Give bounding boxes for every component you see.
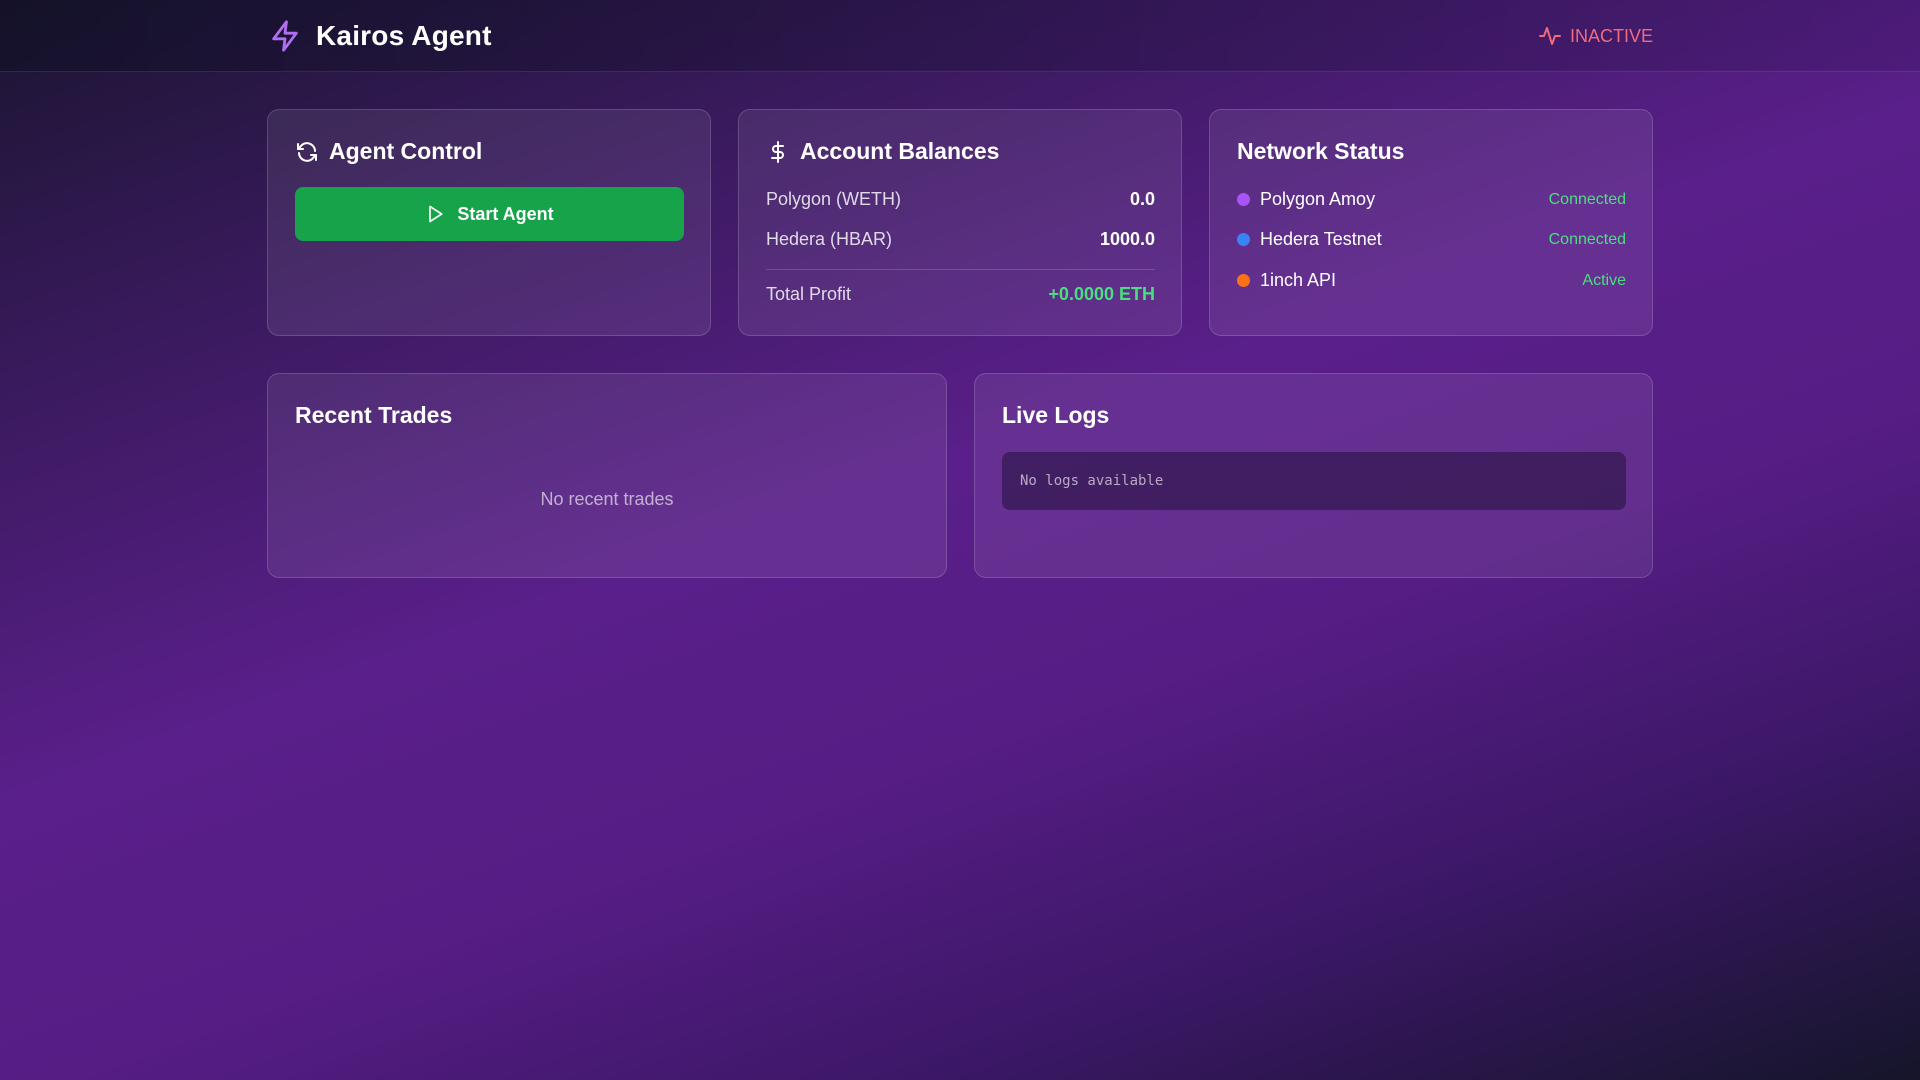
account-balances-card: Account Balances Polygon (WETH) 0.0 Hede… <box>738 109 1182 336</box>
total-profit-value: +0.0000 ETH <box>1048 284 1155 304</box>
network-status-text: Connected <box>1548 230 1626 248</box>
live-logs-heading: Live Logs <box>1002 402 1109 429</box>
network-item-1inch-api: 1inch API Active <box>1237 270 1626 291</box>
balance-value: 0.0 <box>1129 189 1155 209</box>
balance-row-polygon: Polygon (WETH) 0.0 <box>766 189 1155 210</box>
network-status-card: Network Status Polygon Amoy Connected He… <box>1209 109 1653 336</box>
agent-status-label: INACTIVE <box>1569 25 1653 46</box>
play-icon <box>429 205 443 223</box>
network-item-hedera-testnet: Hedera Testnet Connected <box>1237 229 1626 250</box>
log-output-panel[interactable]: No logs available <box>1002 452 1626 510</box>
status-dot-icon <box>1237 233 1250 246</box>
agent-control-card: Agent Control Start Agent <box>267 109 711 336</box>
recent-trades-card: Recent Trades No recent trades <box>267 373 947 578</box>
log-empty-message: No logs available <box>1020 473 1164 489</box>
recent-trades-title: Recent Trades <box>295 402 453 428</box>
network-item-polygon-amoy: Polygon Amoy Connected <box>1237 189 1626 210</box>
network-status-heading: Network Status <box>1237 138 1404 165</box>
lightning-bolt-icon <box>268 19 302 53</box>
balance-value: 1000.0 <box>1099 229 1155 249</box>
network-name: 1inch API <box>1260 270 1337 290</box>
account-balances-title: Account Balances <box>800 138 1000 164</box>
agent-control-title: Agent Control <box>329 138 483 164</box>
network-status-text: Active <box>1582 271 1626 289</box>
total-profit-row: Total Profit +0.0000 ETH <box>766 284 1155 305</box>
live-logs-card: Live Logs No logs available <box>974 373 1653 578</box>
balance-row-hedera: Hedera (HBAR) 1000.0 <box>766 229 1155 250</box>
top-bar: Kairos Agent INACTIVE <box>0 0 1920 72</box>
network-name: Polygon Amoy <box>1260 189 1376 209</box>
agent-status-indicator: INACTIVE <box>1538 24 1653 48</box>
balance-label: Polygon (WETH) <box>766 189 902 209</box>
network-status-text: Connected <box>1548 190 1626 208</box>
recent-trades-empty-message: No recent trades <box>540 489 674 509</box>
start-agent-button[interactable]: Start Agent <box>295 187 684 241</box>
start-agent-label: Start Agent <box>457 203 554 224</box>
total-profit-label: Total Profit <box>766 284 852 304</box>
network-status-title: Network Status <box>1237 138 1405 164</box>
app-title: Kairos Agent <box>316 20 492 51</box>
balance-divider <box>766 269 1155 270</box>
status-dot-icon <box>1237 274 1250 287</box>
brand: Kairos Agent <box>268 18 492 54</box>
recent-trades-heading: Recent Trades <box>295 402 452 429</box>
agent-control-heading: Agent Control <box>295 138 482 165</box>
refresh-icon <box>297 141 317 162</box>
dollar-icon <box>771 140 784 163</box>
status-dot-icon <box>1237 193 1250 206</box>
balance-label: Hedera (HBAR) <box>766 229 893 249</box>
live-logs-title: Live Logs <box>1002 402 1110 428</box>
account-balances-heading: Account Balances <box>766 138 999 165</box>
network-name: Hedera Testnet <box>1260 229 1382 249</box>
activity-icon <box>1538 27 1561 45</box>
